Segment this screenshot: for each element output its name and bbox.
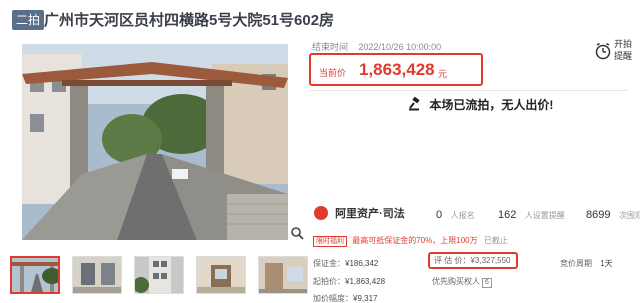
platform-name: 阿里资产·司法 (335, 208, 405, 220)
auction-status: 本场已流拍，无人出价! (408, 96, 553, 112)
current-price-label: 当前价 (319, 68, 347, 78)
eval-label: 评 估 价： (434, 256, 471, 265)
main-photo[interactable] (22, 44, 288, 240)
stat-label: 人报名 (450, 211, 475, 220)
stat-label: 次围观 (618, 211, 640, 220)
cycle-row: 竞价周期 1天 (560, 258, 613, 269)
deposit-value: ¥186,342 (345, 259, 379, 268)
platform-logo-icon (314, 206, 328, 220)
currency-unit: 元 (438, 69, 448, 79)
thumbnail-3[interactable] (134, 256, 184, 294)
auction-status-text: 本场已流拍，无人出价! (429, 98, 554, 112)
evaluation-price-box: 评 估 价：¥3,327,550 (428, 252, 518, 269)
start-price-row: 起拍价：¥1,863,428 (313, 276, 385, 287)
priority-tag: 6 (482, 278, 492, 288)
stat-value: 0 (436, 209, 443, 221)
cycle-value: 1天 (600, 259, 613, 268)
priority-row[interactable]: 优先购买权人 6 (432, 276, 492, 288)
search-icon[interactable] (290, 226, 304, 240)
reminder-label: 开拍提醒 (614, 39, 633, 61)
reminder-button[interactable]: 开拍提醒 (594, 38, 634, 66)
thumbnail-2[interactable] (72, 256, 122, 294)
end-time-value: 2022/10/26 10:00:00 (358, 42, 442, 52)
promo-text: 最高可抵保证金的70%，上限100万 (352, 236, 478, 245)
promo-status: 已截止 (483, 236, 508, 245)
alarm-clock-icon (595, 42, 611, 60)
stat-value: 8699 (586, 209, 611, 221)
page-title: 广州市天河区员村四横路5号大院51号602房 (44, 12, 335, 29)
cycle-label: 竞价周期 (560, 259, 592, 268)
increment-value: ¥9,317 (353, 294, 378, 303)
thumbnail-4[interactable] (196, 256, 246, 294)
gavel-icon (409, 97, 420, 111)
current-price-value: 1,863,428 (359, 60, 435, 79)
stat-views: 8699 次围观 (586, 205, 640, 221)
stat-label: 人设置提醒 (524, 211, 565, 220)
thumbnail-1[interactable] (10, 256, 60, 294)
stat-reminders: 162 人设置提醒 (498, 205, 565, 221)
promo-badge: 限时福利 (313, 236, 347, 247)
end-time-row: 结束时间 2022/10/26 10:00:00 (312, 40, 584, 54)
property-photo-illustration (22, 44, 288, 240)
thumbnail-5[interactable] (258, 256, 308, 294)
promo-banner[interactable]: 限时福利 最高可抵保证金的70%，上限100万 已截止 (313, 235, 508, 247)
start-price-value: ¥1,863,428 (345, 277, 386, 286)
thumbnail-strip (8, 256, 308, 294)
increment-row: 加价幅度：¥9,317 (313, 293, 377, 303)
start-price-label: 起拍价： (313, 277, 345, 286)
platform-brand[interactable]: 阿里资产·司法 (314, 205, 405, 221)
stat-signups: 0 人报名 (436, 205, 475, 221)
eval-value: ¥3,327,550 (470, 256, 511, 265)
priority-label: 优先购买权人 (432, 277, 480, 286)
current-price-box: 当前价 1,863,428 元 (309, 53, 483, 86)
divider (310, 90, 628, 91)
auction-round-tag: 二拍 (12, 10, 45, 30)
increment-label: 加价幅度： (313, 294, 353, 303)
end-time-label: 结束时间 (312, 42, 349, 52)
deposit-label: 保证金： (313, 259, 345, 268)
stat-value: 162 (498, 209, 517, 221)
deposit-row: 保证金：¥186,342 (313, 258, 378, 269)
header: 二拍 广州市天河区员村四横路5号大院51号602房 (0, 0, 640, 36)
